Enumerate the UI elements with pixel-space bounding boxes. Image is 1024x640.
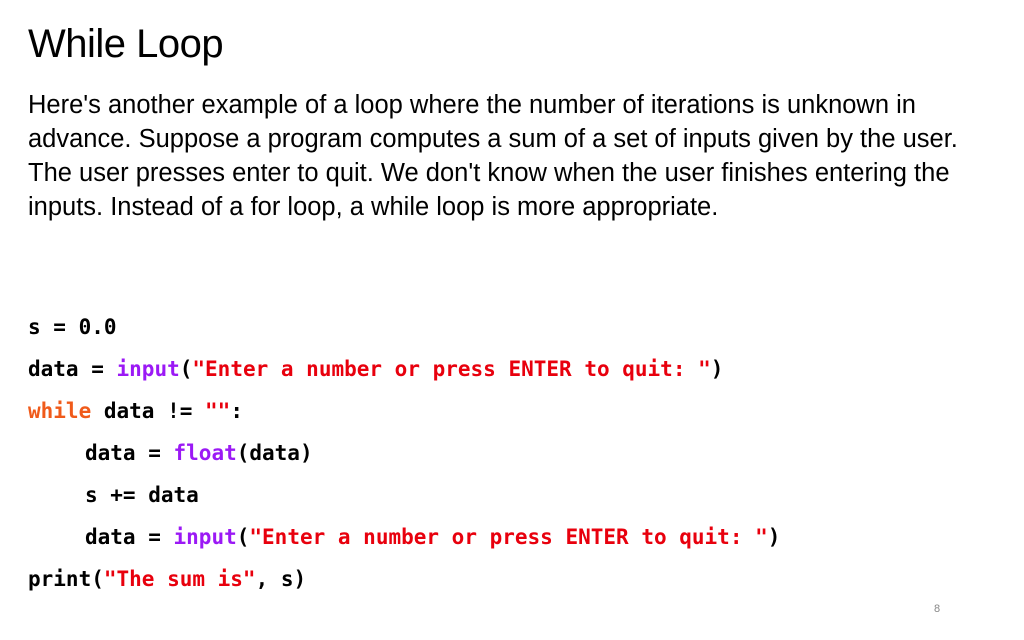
code-token: ( bbox=[236, 525, 250, 549]
code-token: s = 0.0 bbox=[28, 315, 117, 339]
code-line: s = 0.0 bbox=[28, 310, 780, 352]
slide-body-text: Here's another example of a loop where t… bbox=[28, 91, 958, 221]
code-line: data = input("Enter a number or press EN… bbox=[28, 520, 780, 562]
string-literal-token: "Enter a number or press ENTER to quit: … bbox=[249, 525, 768, 549]
slide-title: While Loop bbox=[28, 22, 224, 66]
code-token: , s) bbox=[255, 567, 307, 591]
page-number: 8 bbox=[934, 603, 941, 615]
code-token: print( bbox=[28, 567, 104, 591]
string-literal-token: "The sum is" bbox=[103, 567, 256, 591]
code-token: (data) bbox=[236, 441, 313, 465]
string-literal-token: "Enter a number or press ENTER to quit: … bbox=[192, 357, 711, 381]
code-token: data = bbox=[85, 525, 174, 549]
builtin-function-token: input bbox=[116, 357, 180, 381]
code-token: data = bbox=[85, 441, 174, 465]
string-literal-token: "" bbox=[205, 399, 231, 423]
code-line: s += data bbox=[28, 478, 780, 520]
keyword-token: while bbox=[28, 399, 92, 423]
code-line: print("The sum is", s) bbox=[28, 562, 780, 604]
builtin-function-token: input bbox=[173, 525, 237, 549]
code-line: data = input("Enter a number or press EN… bbox=[28, 352, 780, 394]
code-block: s = 0.0 data = input("Enter a number or … bbox=[28, 310, 780, 604]
code-line: while data != "": bbox=[28, 394, 780, 436]
code-token: s += data bbox=[85, 483, 199, 507]
code-token: data != bbox=[91, 399, 206, 423]
code-token: ) bbox=[767, 525, 781, 549]
code-line: data = float(data) bbox=[28, 436, 780, 478]
code-token: data = bbox=[28, 357, 117, 381]
builtin-function-token: float bbox=[173, 441, 237, 465]
slide: While Loop Here's another example of a l… bbox=[0, 0, 1024, 640]
code-token: : bbox=[230, 399, 243, 423]
code-token: ) bbox=[710, 357, 724, 381]
code-token: ( bbox=[179, 357, 193, 381]
